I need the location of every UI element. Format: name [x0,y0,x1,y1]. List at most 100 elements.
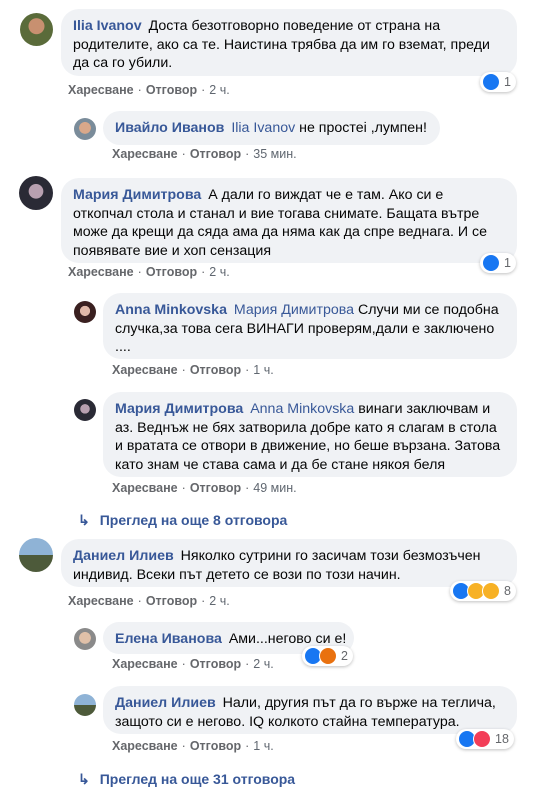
comment: Даниел Илиев Няколко сутрини го засичам … [0,533,546,617]
view-more-replies[interactable]: ↳ Преглед на още 8 отговора [78,512,287,529]
comment-actions: Харесване · Отговор · 1 ч. [112,739,274,753]
comment-time[interactable]: 49 мин. [253,481,296,495]
view-more-label[interactable]: Преглед на още 31 отговора [100,771,295,787]
mention-link[interactable]: Ilia Ivanov [231,120,295,136]
separator: · [245,363,250,377]
reaction-summary[interactable]: 8 [450,581,516,601]
haha-icon [473,730,491,748]
mention-link[interactable]: Anna Minkovska [250,401,354,417]
view-more-replies[interactable]: ↳ Преглед на още 31 отговора [78,771,295,788]
comment-author[interactable]: Anna Minkovska [115,302,227,318]
separator: · [181,481,186,495]
avatar[interactable] [74,118,96,140]
comment: Ilia Ivanov Доста безотговорно поведение… [0,0,546,105]
sad-icon [482,582,500,600]
separator: · [181,657,186,671]
comment-actions: Харесване · Отговор · 2 ч. [68,83,230,97]
reply: Ивайло Иванов Ilia Ivanov не простеі ,лу… [0,105,546,171]
like-button[interactable]: Харесване [112,657,178,671]
reply-button[interactable]: Отговор [190,481,241,495]
avatar[interactable] [20,13,53,46]
like-button[interactable]: Харесване [112,481,178,495]
comment-time[interactable]: 2 ч. [209,83,229,97]
reaction-count: 2 [341,649,348,663]
comment-author[interactable]: Мария Димитрова [73,187,201,203]
comment-bubble: Ивайло Иванов Ilia Ivanov не простеі ,лу… [103,111,440,145]
reply-button[interactable]: Отговор [146,83,197,97]
avatar[interactable] [19,176,53,210]
avatar[interactable] [74,628,96,650]
reply: Даниел Илиев Нали, другия път да го върж… [0,681,546,761]
avatar[interactable] [19,538,53,572]
comment-time[interactable]: 2 ч. [209,594,229,608]
comment-bubble: Даниел Илиев Няколко сутрини го засичам … [61,539,517,587]
separator: · [201,594,206,608]
reaction-count: 8 [504,584,511,598]
separator: · [137,594,142,608]
reply-button[interactable]: Отговор [190,657,241,671]
comment-bubble: Мария Димитрова А дали го виждат че е та… [61,178,517,263]
separator: · [201,83,206,97]
reaction-summary[interactable]: 18 [456,729,514,749]
reply-button[interactable]: Отговор [190,363,241,377]
reply-button[interactable]: Отговор [146,594,197,608]
separator: · [245,657,250,671]
comment-text: не простеі ,лумпен! [295,120,427,136]
reply: Мария Димитрова Anna Minkovska винаги за… [0,383,546,501]
separator: · [201,265,206,279]
comment-bubble: Ilia Ivanov Доста безотговорно поведение… [61,9,517,76]
reply: Anna Minkovska Мария Димитрова Случи ми … [0,285,546,383]
separator: · [245,739,250,753]
separator: · [245,481,250,495]
reply-button[interactable]: Отговор [190,147,241,161]
separator: · [137,265,142,279]
comment-actions: Харесване · Отговор · 35 мин. [112,147,297,161]
reply-arrow-icon: ↳ [78,512,90,528]
comment-actions: Харесване · Отговор · 49 мин. [112,481,297,495]
avatar[interactable] [74,694,96,716]
reaction-count: 1 [504,75,511,89]
reply-button[interactable]: Отговор [190,739,241,753]
reaction-count: 1 [504,256,511,270]
reaction-count: 18 [495,732,509,746]
comment-author[interactable]: Ilia Ivanov [73,18,142,34]
comment: Мария Димитрова А дали го виждат че е та… [0,171,546,285]
comment-author[interactable]: Ивайло Иванов [115,120,224,136]
like-icon [482,254,500,272]
avatar[interactable] [74,301,96,323]
comment-author[interactable]: Елена Иванова [115,631,222,647]
like-button[interactable]: Харесване [112,147,178,161]
comment-author[interactable]: Мария Димитрова [115,401,243,417]
separator: · [181,363,186,377]
reaction-summary[interactable]: 2 [302,646,353,666]
comment-actions: Харесване · Отговор · 2 ч. [68,265,230,279]
like-button[interactable]: Харесване [112,739,178,753]
separator: · [245,147,250,161]
comment-bubble: Мария Димитрова Anna Minkovska винаги за… [103,392,517,477]
comment-time[interactable]: 1 ч. [253,363,273,377]
reaction-summary[interactable]: 1 [480,72,516,92]
comment-time[interactable]: 2 ч. [209,265,229,279]
comment-actions: Харесване · Отговор · 1 ч. [112,363,274,377]
mention-link[interactable]: Мария Димитрова [234,302,354,318]
comment-time[interactable]: 1 ч. [253,739,273,753]
view-more-label[interactable]: Преглед на още 8 отговора [100,512,288,528]
like-button[interactable]: Харесване [68,594,134,608]
separator: · [137,83,142,97]
comment-text: Ами...негово си е! [228,631,347,647]
like-button[interactable]: Харесване [68,265,134,279]
like-icon [482,73,500,91]
comment-bubble: Даниел Илиев Нали, другия път да го върж… [103,686,517,734]
comment-author[interactable]: Даниел Илиев [73,548,174,564]
like-button[interactable]: Харесване [112,363,178,377]
comment-author[interactable]: Даниел Илиев [115,695,216,711]
avatar[interactable] [74,399,96,421]
reaction-summary[interactable]: 1 [480,253,516,273]
comment-time[interactable]: 2 ч. [253,657,273,671]
reply-arrow-icon: ↳ [78,771,90,787]
comment-time[interactable]: 35 мин. [253,147,296,161]
angry-icon [319,647,337,665]
reply-button[interactable]: Отговор [146,265,197,279]
like-button[interactable]: Харесване [68,83,134,97]
comment-actions: Харесване · Отговор · 2 ч. [112,657,274,671]
